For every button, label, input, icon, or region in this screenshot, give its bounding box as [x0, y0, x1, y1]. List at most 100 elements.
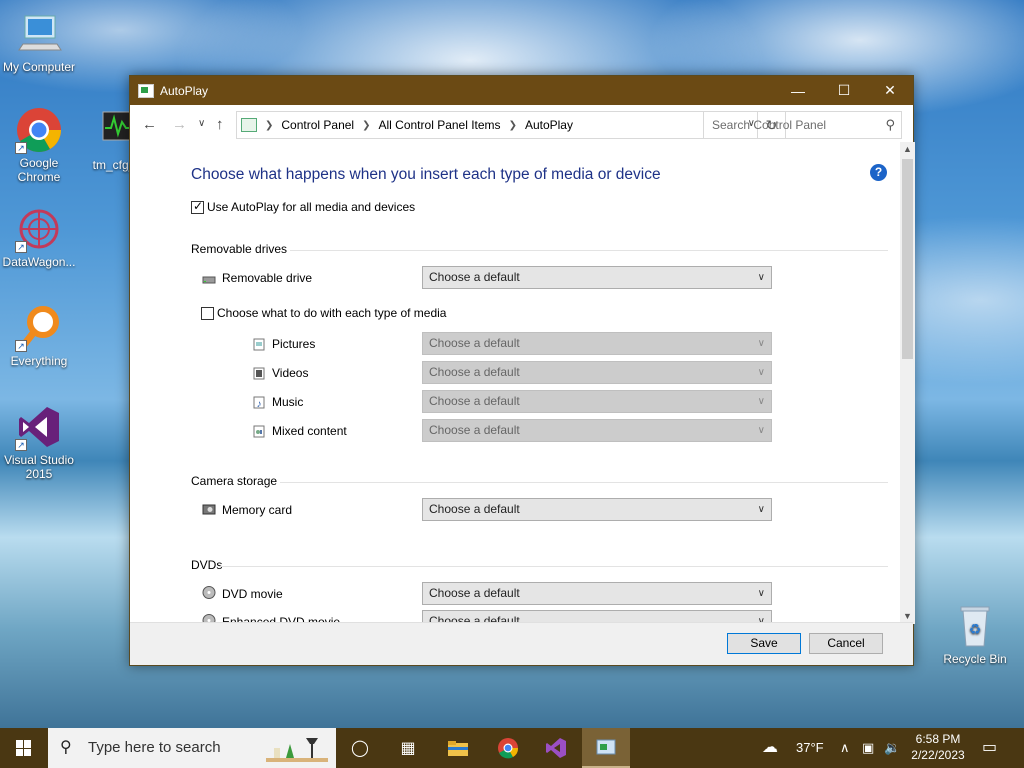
select-value: Choose a default — [429, 336, 520, 350]
search-input[interactable]: Search Control Panel ⚲ — [703, 111, 902, 139]
chrome-icon[interactable] — [484, 728, 532, 768]
visual-studio-icon[interactable] — [532, 728, 580, 768]
select-value: Choose a default — [429, 423, 520, 437]
desktop-icon-google-chrome[interactable]: ↗ Google Chrome — [0, 106, 78, 184]
breadcrumb-control-panel[interactable]: Control Panel — [281, 118, 354, 132]
shortcut-arrow-icon: ↗ — [15, 142, 27, 154]
weather-temperature[interactable]: 37°F — [796, 728, 824, 768]
chevron-down-icon: ∨ — [757, 338, 765, 349]
pictures-label: Pictures — [272, 337, 316, 351]
start-button[interactable] — [0, 728, 48, 768]
network-icon[interactable]: ▣ — [862, 728, 874, 768]
select-value: Choose a default — [429, 270, 520, 284]
dialog-footer: Save Cancel — [130, 622, 913, 665]
dvd-movie-select[interactable]: Choose a default ∨ — [422, 582, 772, 605]
use-autoplay-label[interactable]: Use AutoPlay for all media and devices — [207, 200, 415, 214]
svg-text:♻: ♻ — [969, 621, 982, 637]
system-clock[interactable]: 6:58 PM 2/22/2023 — [902, 731, 974, 763]
windows-logo-icon — [16, 740, 32, 756]
desktop-icon-label: Google Chrome — [17, 156, 61, 184]
videos-label: Videos — [272, 366, 309, 380]
datawagon-icon: ↗ — [15, 205, 63, 253]
search-icon[interactable]: ⚲ — [885, 112, 895, 138]
desktop-icon-label: Visual Studio 2015 — [4, 453, 74, 481]
mixed-content-icon — [253, 425, 265, 438]
scrollbar-thumb[interactable] — [902, 159, 913, 359]
volume-icon[interactable]: 🔉 — [884, 728, 900, 768]
removable-drive-icon — [202, 276, 216, 284]
scroll-up-icon[interactable]: ▲ — [900, 142, 915, 157]
chevron-up-icon[interactable]: ∧ — [840, 728, 850, 768]
file-explorer-icon[interactable] — [434, 728, 482, 768]
section-title-camera-storage: Camera storage — [191, 474, 278, 488]
visual-studio-icon: ↗ — [15, 403, 63, 451]
save-button[interactable]: Save — [727, 633, 801, 654]
mixed-content-select[interactable]: Choose a default ∨ — [422, 419, 772, 442]
close-button[interactable]: ✕ — [867, 76, 913, 105]
timeline-icon[interactable]: ▦ — [384, 728, 432, 768]
section-title-removable-drives: Removable drives — [191, 242, 288, 256]
pictures-select[interactable]: Choose a default ∨ — [422, 332, 772, 355]
magnifier-app-icon: ↗ — [15, 304, 63, 352]
divider — [290, 250, 888, 251]
task-view-icon[interactable]: ◯ — [336, 728, 384, 768]
minimize-button[interactable]: — — [775, 76, 821, 105]
help-icon[interactable]: ? — [870, 164, 887, 181]
memory-card-label: Memory card — [222, 503, 293, 517]
control-panel-icon — [241, 118, 257, 132]
music-note-icon: ♪ — [253, 396, 265, 409]
chrome-icon: ↗ — [15, 106, 63, 154]
maximize-button[interactable]: ☐ — [821, 76, 867, 105]
control-panel-icon — [138, 83, 154, 98]
select-value: Choose a default — [429, 394, 520, 408]
desktop-icon-everything[interactable]: ↗ Everything — [0, 304, 78, 368]
title-bar[interactable]: AutoPlay — ☐ ✕ — [130, 76, 913, 105]
taskbar-search-placeholder: Type here to search — [88, 739, 221, 756]
autoplay-window: AutoPlay — ☐ ✕ ← → ∨ ↑ ❯ Control Panel ❯… — [129, 75, 915, 666]
clock-date: 2/22/2023 — [911, 748, 965, 762]
up-arrow-icon[interactable]: ↑ — [216, 116, 224, 133]
desktop-icon-visual-studio[interactable]: ↗ Visual Studio 2015 — [0, 403, 78, 481]
autoplay-settings-panel: Choose what happens when you insert each… — [130, 142, 900, 624]
shortcut-arrow-icon: ↗ — [15, 241, 27, 253]
window-title: AutoPlay — [160, 83, 209, 98]
music-select[interactable]: Choose a default ∨ — [422, 390, 772, 413]
notifications-icon[interactable]: ▭ — [982, 728, 997, 768]
removable-drive-select[interactable]: Choose a default ∨ — [422, 266, 772, 289]
desktop-icon-recycle-bin[interactable]: ♻ Recycle Bin — [936, 602, 1014, 666]
dvd-icon — [202, 586, 216, 599]
shortcut-arrow-icon: ↗ — [15, 439, 27, 451]
control-panel-taskbar-icon[interactable] — [582, 728, 630, 768]
divider — [280, 482, 888, 483]
videos-select[interactable]: Choose a default ∨ — [422, 361, 772, 384]
cancel-button[interactable]: Cancel — [809, 633, 883, 654]
desktop-icon-my-computer[interactable]: My Computer — [0, 10, 78, 74]
breadcrumb-autoplay[interactable]: AutoPlay — [525, 118, 573, 132]
breadcrumb-all-items[interactable]: All Control Panel Items — [379, 118, 501, 132]
taskbar-search-box[interactable]: ⚲ Type here to search — [48, 728, 336, 768]
shortcut-arrow-icon: ↗ — [15, 340, 27, 352]
each-media-label[interactable]: Choose what to do with each type of medi… — [217, 306, 446, 320]
desktop-icon-datawagon[interactable]: ↗ DataWagon... — [0, 205, 78, 269]
chevron-down-icon: ∨ — [757, 367, 765, 378]
chevron-right-icon[interactable]: ❯ — [362, 120, 370, 131]
search-icon: ⚲ — [60, 739, 72, 756]
svg-text:♪: ♪ — [257, 399, 262, 409]
weather-icon[interactable]: ☁ — [762, 728, 778, 768]
chevron-right-icon[interactable]: ❯ — [265, 120, 273, 131]
recycle-bin-icon: ♻ — [951, 602, 999, 650]
chevron-down-icon: ∨ — [757, 504, 765, 515]
chevron-down-icon: ∨ — [757, 272, 765, 283]
recent-locations-chevron-icon[interactable]: ∨ — [198, 118, 205, 129]
dvd-movie-label: DVD movie — [222, 587, 283, 601]
select-value: Choose a default — [429, 586, 520, 600]
chevron-right-icon[interactable]: ❯ — [509, 120, 517, 131]
memory-card-select[interactable]: Choose a default ∨ — [422, 498, 772, 521]
select-value: Choose a default — [429, 502, 520, 516]
each-media-checkbox[interactable] — [201, 307, 214, 320]
use-autoplay-checkbox[interactable] — [191, 199, 204, 214]
chevron-down-icon: ∨ — [757, 425, 765, 436]
back-arrow-icon[interactable]: ← — [142, 116, 157, 133]
vertical-scrollbar[interactable]: ▲ ▼ — [900, 142, 915, 624]
forward-arrow-icon[interactable]: → — [172, 116, 187, 133]
